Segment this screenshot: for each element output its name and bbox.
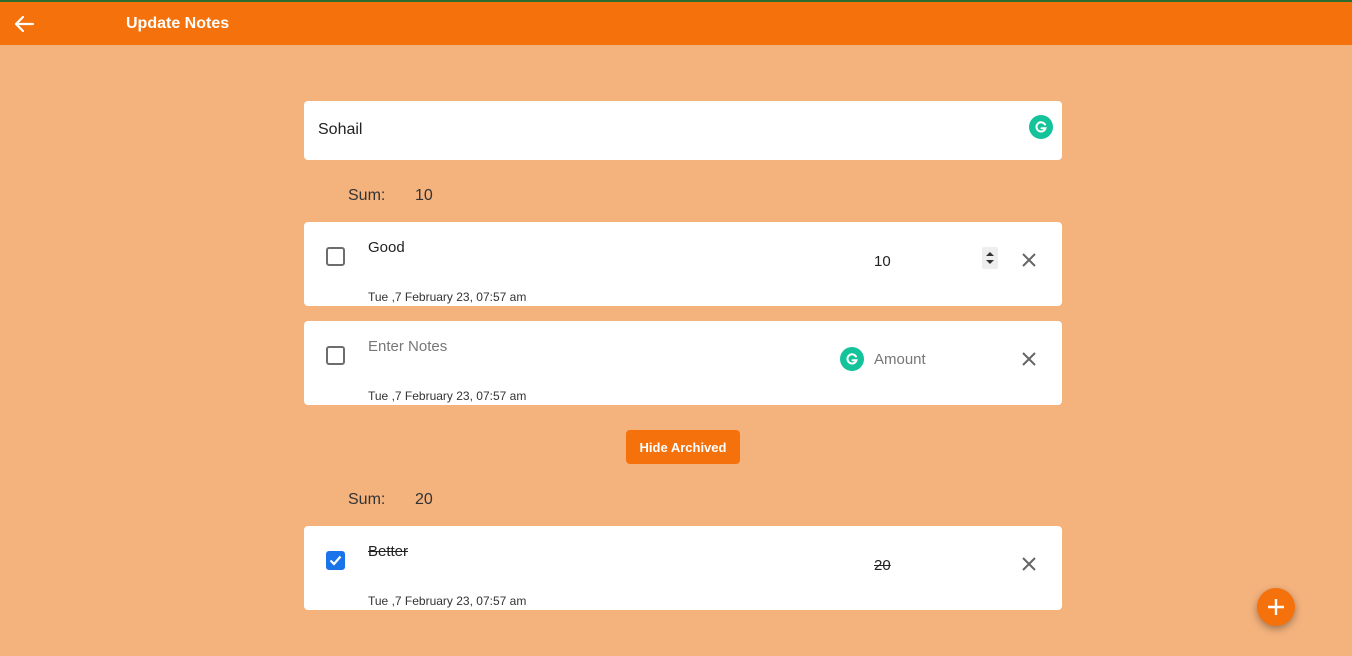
note-text-input[interactable] bbox=[368, 335, 788, 357]
hide-archived-button[interactable]: Hide Archived bbox=[626, 430, 740, 464]
amount-input[interactable] bbox=[874, 554, 974, 576]
grammarly-icon[interactable] bbox=[1029, 115, 1053, 139]
stepper-down-icon[interactable] bbox=[986, 260, 994, 264]
archived-sum: Sum: 20 bbox=[348, 491, 433, 509]
sum-value: 20 bbox=[415, 491, 433, 508]
note-item: Tue ,7 February 23, 07:57 am bbox=[304, 321, 1062, 405]
add-item-button[interactable] bbox=[1257, 588, 1295, 626]
back-button[interactable] bbox=[10, 12, 38, 36]
check-icon bbox=[329, 555, 342, 566]
sum-label: Sum: bbox=[348, 491, 386, 508]
note-title-card bbox=[304, 101, 1062, 160]
sum-label: Sum: bbox=[348, 187, 386, 204]
amount-input[interactable] bbox=[874, 348, 974, 370]
note-item: Tue ,7 February 23, 07:57 am bbox=[304, 222, 1062, 306]
note-text-input[interactable] bbox=[368, 236, 788, 258]
archived-note-item: Tue ,7 February 23, 07:57 am bbox=[304, 526, 1062, 610]
note-checkbox[interactable] bbox=[326, 551, 345, 570]
note-checkbox[interactable] bbox=[326, 346, 345, 365]
note-checkbox[interactable] bbox=[326, 247, 345, 266]
note-title-input[interactable] bbox=[318, 111, 1018, 149]
app-header: Update Notes bbox=[0, 0, 1352, 45]
close-icon bbox=[1022, 352, 1036, 366]
delete-item-button[interactable] bbox=[1018, 553, 1040, 575]
note-date: Tue ,7 February 23, 07:57 am bbox=[368, 389, 527, 403]
page-title: Update Notes bbox=[126, 15, 230, 32]
note-date: Tue ,7 February 23, 07:57 am bbox=[368, 594, 527, 608]
delete-item-button[interactable] bbox=[1018, 348, 1040, 370]
close-icon bbox=[1022, 557, 1036, 571]
close-icon bbox=[1022, 253, 1036, 267]
delete-item-button[interactable] bbox=[1018, 249, 1040, 271]
note-text-input[interactable] bbox=[368, 540, 788, 562]
amount-input[interactable] bbox=[874, 250, 974, 272]
grammarly-icon[interactable] bbox=[840, 347, 864, 371]
active-sum: Sum: 10 bbox=[348, 187, 433, 205]
stepper-up-icon[interactable] bbox=[986, 252, 994, 256]
plus-icon bbox=[1268, 599, 1284, 615]
arrow-left-icon bbox=[14, 15, 35, 33]
amount-stepper[interactable] bbox=[982, 247, 998, 269]
sum-value: 10 bbox=[415, 187, 433, 204]
note-date: Tue ,7 February 23, 07:57 am bbox=[368, 290, 527, 304]
